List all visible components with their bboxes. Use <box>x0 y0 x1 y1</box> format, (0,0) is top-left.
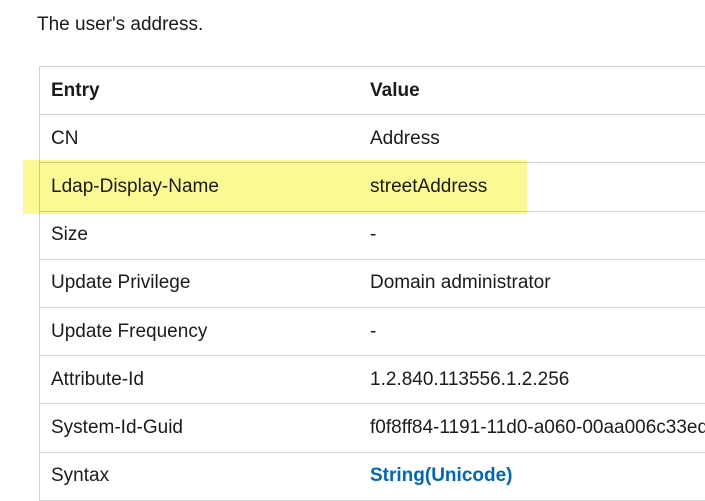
table-row: Update Frequency - <box>40 307 705 355</box>
table-row: Attribute-Id 1.2.840.113556.1.2.256 <box>40 356 705 404</box>
entry-cell: Update Privilege <box>40 259 360 307</box>
table-body: CN Address Ldap-Display-Name streetAddre… <box>40 115 705 501</box>
table-row: Ldap-Display-Name streetAddress <box>40 163 705 211</box>
table-row: Syntax String(Unicode) <box>40 452 705 500</box>
entry-cell: Attribute-Id <box>40 356 360 404</box>
entry-column-header: Entry <box>40 67 360 115</box>
table-row: System-Id-Guid f0f8ff84-1191-11d0-a060-0… <box>40 404 705 452</box>
entry-cell: Size <box>40 211 360 259</box>
table-row: CN Address <box>40 115 705 163</box>
value-cell: 1.2.840.113556.1.2.256 <box>359 356 705 404</box>
entry-cell: System-Id-Guid <box>40 404 360 452</box>
value-cell: - <box>359 211 705 259</box>
attribute-properties-table: Entry Value CN Address Ldap-Display-Name… <box>39 66 705 501</box>
value-cell: String(Unicode) <box>359 452 705 500</box>
page-description: The user's address. <box>37 13 203 37</box>
value-cell: streetAddress <box>359 163 705 211</box>
entry-cell: CN <box>40 115 360 163</box>
entry-cell: Update Frequency <box>40 307 360 355</box>
value-cell: f0f8ff84-1191-11d0-a060-00aa006c33ed <box>359 404 705 452</box>
entry-cell: Syntax <box>40 452 360 500</box>
syntax-link[interactable]: String(Unicode) <box>370 465 513 486</box>
table-header-row: Entry Value <box>40 67 705 115</box>
table-row: Size - <box>40 211 705 259</box>
value-cell: Domain administrator <box>359 259 705 307</box>
entry-cell: Ldap-Display-Name <box>40 163 360 211</box>
value-cell: - <box>359 307 705 355</box>
value-cell: Address <box>359 115 705 163</box>
table-row: Update Privilege Domain administrator <box>40 259 705 307</box>
value-column-header: Value <box>359 67 705 115</box>
